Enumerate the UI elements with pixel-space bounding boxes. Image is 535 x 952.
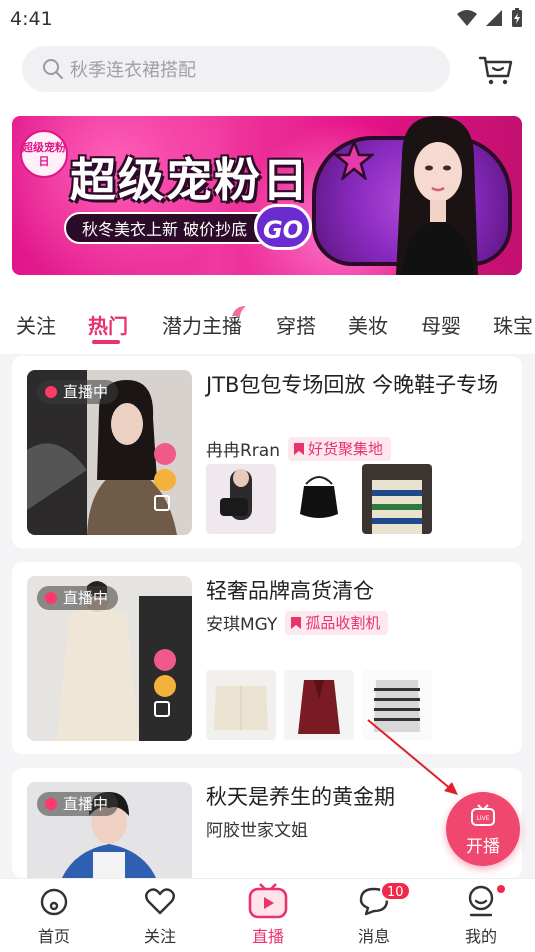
- product-thumbnail[interactable]: [362, 670, 432, 740]
- host-row: 阿胶世家文姐: [206, 816, 308, 841]
- live-card[interactable]: 直播中 JTB包包专场回放 今晚鞋子专场 冉冉Rran 好货聚集地: [12, 356, 522, 548]
- live-label: 直播中: [63, 589, 109, 607]
- signal-icon: [486, 10, 502, 26]
- search-placeholder: 秋季连衣裙搭配: [70, 60, 196, 81]
- product-thumbnail[interactable]: [284, 464, 354, 534]
- live-card[interactable]: 直播中 轻奢品牌高货清仓 安琪MGY 孤品收割机: [12, 562, 522, 754]
- thumb-up-icon: [154, 675, 176, 697]
- live-dot-icon: [45, 798, 57, 810]
- nav-home-label: 首页: [37, 927, 70, 946]
- share-icon: [154, 495, 170, 511]
- live-badge: 直播中: [37, 792, 119, 816]
- live-badge: 直播中: [37, 380, 119, 404]
- product-thumbnail[interactable]: [284, 670, 354, 740]
- host-tag-label: 好货聚集地: [308, 439, 384, 458]
- live-badge: 直播中: [37, 586, 119, 610]
- thumb-up-icon: [154, 469, 176, 491]
- share-icon: [154, 701, 170, 717]
- live-dot-icon: [45, 386, 57, 398]
- status-icons: [457, 8, 523, 28]
- product-thumbnail[interactable]: [362, 464, 432, 534]
- home-icon: [40, 888, 68, 916]
- like-heart-icon: [154, 443, 176, 465]
- host-tag: 好货聚集地: [288, 436, 392, 461]
- search-icon: [43, 59, 63, 79]
- host-tag: 孤品收割机: [285, 610, 389, 635]
- tab-outfit[interactable]: 穿搭: [276, 310, 316, 339]
- like-heart-icon: [154, 649, 176, 671]
- nav-follow-label: 关注: [143, 927, 176, 946]
- bookmark-icon: [294, 442, 304, 455]
- host-row: 冉冉Rran 好货聚集地: [206, 436, 392, 461]
- star-decoration-icon: [334, 140, 374, 180]
- go-live-button[interactable]: LIVE 开播: [446, 792, 520, 866]
- live-side-icons: [154, 439, 178, 511]
- tab-baby[interactable]: 母婴: [421, 310, 461, 339]
- banner-container: 超级宠粉日 超级宠粉日 秋冬美衣上新 破价抄底 GO: [0, 102, 535, 288]
- live-title: JTB包包专场回放 今晚鞋子专场: [206, 373, 499, 397]
- nav-profile-label: 我的: [464, 927, 497, 946]
- promo-banner[interactable]: 超级宠粉日 超级宠粉日 秋冬美衣上新 破价抄底 GO: [12, 116, 522, 275]
- bookmark-icon: [291, 616, 302, 629]
- tv-icon: [248, 883, 288, 919]
- nav-live[interactable]: 直播: [228, 879, 308, 952]
- nav-home[interactable]: 首页: [14, 879, 94, 952]
- tab-jewelry[interactable]: 珠宝: [493, 310, 533, 339]
- host-name[interactable]: 安琪MGY: [206, 610, 277, 635]
- product-thumbnail[interactable]: [206, 464, 276, 534]
- heart-icon: [145, 888, 175, 915]
- nav-follow[interactable]: 关注: [120, 879, 200, 952]
- host-tag-label: 孤品收割机: [305, 613, 381, 632]
- live-thumbnail[interactable]: 直播中: [27, 782, 192, 878]
- host-name[interactable]: 冉冉Rran: [206, 436, 280, 461]
- live-title: 轻奢品牌高货清仓: [206, 579, 374, 603]
- banner-model-image: [396, 116, 478, 275]
- hot-marker-icon: [232, 306, 246, 316]
- nav-profile[interactable]: 我的: [441, 879, 521, 952]
- product-strip: [206, 464, 432, 534]
- nav-messages-label: 消息: [357, 927, 390, 946]
- bottom-nav: 首页 关注 直播 10 消息 我的: [0, 878, 535, 952]
- live-thumbnail[interactable]: 直播中: [27, 370, 192, 535]
- search-input[interactable]: 秋季连衣裙搭配: [22, 46, 450, 92]
- banner-go-button[interactable]: GO: [254, 204, 312, 250]
- tab-beauty[interactable]: 美妆: [348, 310, 388, 339]
- live-side-icons: [154, 645, 178, 717]
- banner-title: 超级宠粉日: [70, 153, 310, 207]
- nav-messages[interactable]: 10 消息: [334, 879, 414, 952]
- status-bar: 4:41: [0, 0, 535, 36]
- status-time: 4:41: [10, 8, 53, 30]
- profile-icon: [468, 885, 494, 917]
- live-label: 直播中: [63, 383, 109, 401]
- battery-icon: [512, 8, 522, 27]
- top-bar: 秋季连衣裙搭配: [0, 36, 535, 102]
- wifi-icon: [457, 10, 477, 26]
- live-label: 直播中: [63, 795, 109, 813]
- go-live-label: 开播: [466, 837, 500, 857]
- product-strip: [206, 670, 432, 740]
- host-row: 安琪MGY 孤品收割机: [206, 610, 389, 635]
- tab-follow[interactable]: 关注: [16, 310, 56, 339]
- tab-hot[interactable]: 热门: [88, 310, 128, 339]
- profile-notification-dot: [497, 885, 505, 893]
- message-count-badge: 10: [380, 881, 411, 901]
- live-thumbnail[interactable]: 直播中: [27, 576, 192, 741]
- cart-icon[interactable]: [477, 50, 515, 88]
- banner-logo: 超级宠粉日: [20, 130, 68, 178]
- product-thumbnail[interactable]: [206, 670, 276, 740]
- host-name[interactable]: 阿胶世家文姐: [206, 816, 308, 841]
- live-dot-icon: [45, 592, 57, 604]
- nav-live-label: 直播: [251, 927, 284, 946]
- live-tv-icon: LIVE: [471, 804, 495, 826]
- category-tabs: 关注 热门 潜力主播 穿搭 美妆 母婴 珠宝: [0, 288, 535, 354]
- live-icon-text: LIVE: [476, 815, 489, 822]
- tab-potential-host[interactable]: 潜力主播: [162, 310, 242, 339]
- active-tab-indicator: [92, 340, 120, 344]
